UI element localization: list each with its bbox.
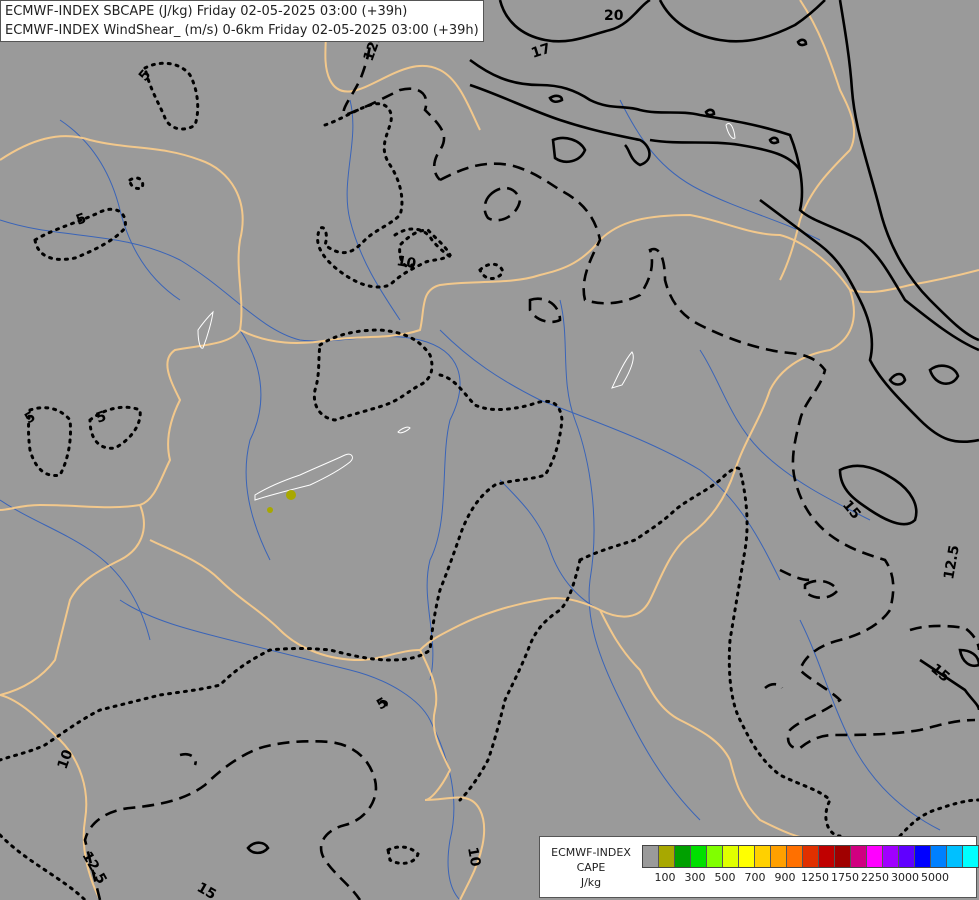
contour-label: 20	[604, 8, 624, 24]
legend-tick: 500	[714, 871, 736, 884]
legend-swatch	[707, 846, 723, 867]
legend-label: ECMWF-INDEX CAPE J/kg	[542, 845, 640, 890]
legend-unit: J/kg	[580, 876, 602, 889]
legend-swatch	[771, 846, 787, 867]
contour-label: 10	[395, 253, 417, 272]
weather-map: 20 17 12.5 15 5 5 10 5 5 5 15 12.5 15 10…	[0, 0, 979, 900]
legend-swatch	[915, 846, 931, 867]
legend-tick: 100	[654, 871, 676, 884]
legend-tick: 900	[774, 871, 796, 884]
legend-tick: 300	[684, 871, 706, 884]
legend-swatch	[835, 846, 851, 867]
legend-tick: 2250	[861, 871, 889, 884]
contour-label: 10	[464, 846, 483, 868]
legend-variable: CAPE	[576, 861, 606, 874]
legend-swatch	[691, 846, 707, 867]
legend-swatch	[851, 846, 867, 867]
legend-swatch	[675, 846, 691, 867]
legend-swatch	[643, 846, 659, 867]
legend-swatch	[659, 846, 675, 867]
map-title-box: ECMWF-INDEX SBCAPE (J/kg) Friday 02-05-2…	[0, 0, 484, 42]
legend-tick: 1750	[831, 871, 859, 884]
legend-tick-labels: 100 300 500 700 900 1250 1750 2250 3000 5000	[642, 871, 972, 885]
legend-tick: 1250	[801, 871, 829, 884]
legend-color-bar	[642, 845, 979, 868]
legend-swatch	[947, 846, 963, 867]
legend-tick: 5000	[921, 871, 949, 884]
legend-source: ECMWF-INDEX	[551, 846, 631, 859]
legend-tick: 3000	[891, 871, 919, 884]
legend-swatch	[755, 846, 771, 867]
legend-swatch	[803, 846, 819, 867]
legend-swatch	[867, 846, 883, 867]
legend-swatch	[723, 846, 739, 867]
legend-swatch	[883, 846, 899, 867]
legend-swatch	[739, 846, 755, 867]
legend-swatch	[819, 846, 835, 867]
legend-swatch	[963, 846, 979, 867]
title-line-windshear: ECMWF-INDEX WindShear_ (m/s) 0-6km Frida…	[5, 23, 479, 38]
map-background	[0, 0, 979, 900]
title-line-cape: ECMWF-INDEX SBCAPE (J/kg) Friday 02-05-2…	[5, 4, 408, 19]
legend-swatch	[931, 846, 947, 867]
legend-swatch	[899, 846, 915, 867]
legend-tick: 700	[744, 871, 766, 884]
legend-swatch	[787, 846, 803, 867]
cape-legend: ECMWF-INDEX CAPE J/kg 100 300 500 700 900 125…	[539, 836, 979, 898]
